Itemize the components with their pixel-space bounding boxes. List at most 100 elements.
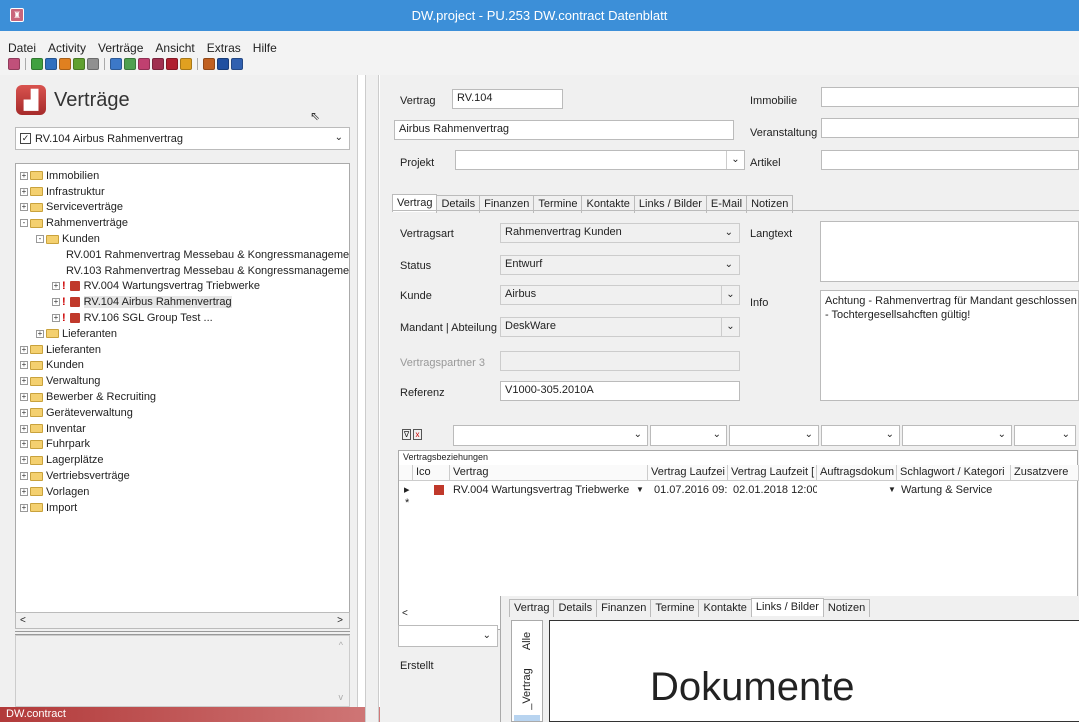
chevron-down-icon[interactable]: ⌄ (721, 286, 739, 304)
tree-node[interactable]: RV.001 Rahmenvertrag Messebau & Kongress… (16, 247, 349, 263)
selector-checkbox[interactable]: ✓ (20, 133, 31, 144)
expand-icon[interactable]: + (20, 393, 28, 402)
expand-icon[interactable]: + (20, 203, 28, 212)
row-start[interactable]: 01.07.2016 09: (651, 483, 728, 497)
doc-tab-details[interactable]: Details (553, 599, 598, 617)
grid-footer-select[interactable]: ⌄ (398, 625, 498, 647)
dropdown-icon[interactable]: ▼ (885, 483, 898, 497)
doc-tab-termine[interactable]: Termine (650, 599, 700, 617)
tree-node[interactable]: + Infrastruktur (16, 184, 349, 200)
chevron-down-icon[interactable]: ⌄ (725, 224, 733, 241)
menu-item-ansicht[interactable]: Ansicht (155, 41, 194, 55)
tree-node[interactable]: + Serviceverträge (16, 200, 349, 216)
tree-node[interactable]: + Lieferanten (16, 326, 349, 342)
toolbar-button-icon[interactable] (31, 58, 43, 70)
expand-icon[interactable]: + (52, 298, 60, 307)
filter-zusatz[interactable]: ⌄ (1014, 425, 1076, 446)
expand-icon[interactable]: + (20, 487, 28, 496)
expand-icon[interactable]: + (20, 187, 28, 196)
tree-node[interactable]: +! RV.106 SGL Group Test ... (16, 310, 349, 326)
menu-item-activity[interactable]: Activity (48, 41, 86, 55)
status-select[interactable]: Entwurf ⌄ (500, 255, 740, 275)
tree-node[interactable]: + Immobilien (16, 168, 349, 184)
chevron-down-icon[interactable]: ⌄ (726, 151, 744, 169)
mandant-select[interactable]: DeskWare ⌄ (500, 317, 740, 337)
filter-schlagwort[interactable]: ⌄ (902, 425, 1012, 446)
col-laufzeit-end[interactable]: Vertrag Laufzeit [ (728, 465, 817, 481)
tree-node[interactable]: + Kunden (16, 358, 349, 374)
tree-node[interactable]: + Bewerber & Recruiting (16, 389, 349, 405)
vertical-splitter[interactable] (365, 75, 379, 722)
expand-icon[interactable]: + (20, 171, 28, 180)
collapse-icon[interactable]: - (20, 219, 28, 228)
info-area[interactable]: Achtung - Rahmenvertrag für Mandant gesc… (820, 290, 1079, 401)
contract-selector[interactable]: ✓ RV.104 Airbus Rahmenvertrag ⌄ (15, 127, 350, 150)
expand-icon[interactable]: + (20, 440, 28, 449)
expand-icon[interactable]: + (20, 361, 28, 370)
col-zusatz[interactable]: Zusatzvere (1011, 465, 1079, 481)
expand-icon[interactable]: + (20, 472, 28, 481)
expand-icon[interactable]: + (20, 408, 28, 417)
tree-node[interactable]: + Verwaltung (16, 373, 349, 389)
tree-node[interactable]: - Rahmenverträge (16, 215, 349, 231)
scroll-left-icon[interactable]: < (20, 615, 26, 626)
vertragsart-select[interactable]: Rahmenvertrag Kunden ⌄ (500, 223, 740, 243)
vtab-alle[interactable]: Alle (512, 625, 542, 657)
doc-tab-vertrag[interactable]: Vertrag (509, 599, 555, 617)
filter-laufzeit-start[interactable]: ⌄ (650, 425, 727, 446)
doc-tab-links-bilder[interactable]: Links / Bilder (750, 598, 824, 616)
vertrag-number-field[interactable]: RV.104 (452, 89, 563, 109)
tree-node[interactable]: + Lagerplätze (16, 452, 349, 468)
scroll-right-icon[interactable]: > (337, 615, 343, 626)
tree-node[interactable]: + Fuhrpark (16, 437, 349, 453)
tree-node[interactable]: + Vorlagen (16, 484, 349, 500)
chevron-down-icon[interactable]: ⌄ (725, 256, 733, 273)
tree-node[interactable]: +! RV.004 Wartungsvertrag Triebwerke (16, 279, 349, 295)
filter-icon[interactable]: ∇ (402, 429, 411, 440)
toolbar-button-icon[interactable] (138, 58, 150, 70)
contract-name-field[interactable]: Airbus Rahmenvertrag (394, 120, 734, 140)
contract-tree[interactable]: + Immobilien + Infrastruktur + Serviceverträg… (15, 163, 350, 615)
expand-icon[interactable]: + (52, 282, 60, 291)
kunde-select[interactable]: Airbus ⌄ (500, 285, 740, 305)
toolbar-button-icon[interactable] (59, 58, 71, 70)
toolbar-button-icon[interactable] (152, 58, 164, 70)
collapse-icon[interactable]: - (36, 235, 44, 244)
row-schlagwort[interactable]: Wartung & Service (898, 483, 1010, 497)
col-vertrag[interactable]: Vertrag (450, 465, 648, 481)
expand-icon[interactable]: + (52, 314, 60, 323)
doc-tab-kontakte[interactable]: Kontakte (698, 599, 752, 617)
expand-icon[interactable]: + (36, 329, 44, 338)
scroll-up-icon[interactable]: ^ (339, 640, 343, 650)
col-laufzeit-start[interactable]: Vertrag Laufzei (648, 465, 728, 481)
clear-filter-icon[interactable]: x (413, 429, 422, 440)
chevron-down-icon[interactable]: ⌄ (721, 318, 739, 336)
expand-icon[interactable]: + (20, 424, 28, 433)
toolbar-button-icon[interactable] (217, 58, 229, 70)
dropdown-icon[interactable]: ▼ (633, 483, 646, 497)
menu-item-extras[interactable]: Extras (207, 41, 241, 55)
langtext-area[interactable] (820, 221, 1079, 282)
referenz-field[interactable]: V1000-305.2010A (500, 381, 740, 401)
tree-node[interactable]: + Import (16, 500, 349, 516)
artikel-field[interactable] (821, 150, 1079, 170)
scroll-down-icon[interactable]: v (339, 692, 344, 702)
tree-node[interactable]: + Vertriebsverträge (16, 468, 349, 484)
expand-icon[interactable]: + (20, 456, 28, 465)
expand-icon[interactable]: + (20, 503, 28, 512)
toolbar-button-icon[interactable] (8, 58, 20, 70)
toolbar-button-icon[interactable] (87, 58, 99, 70)
veranstaltung-field[interactable] (821, 118, 1079, 138)
tree-horizontal-scrollbar[interactable]: < > (15, 612, 350, 629)
expand-icon[interactable]: + (20, 377, 28, 386)
toolbar-button-icon[interactable] (166, 58, 178, 70)
doc-tab-finanzen[interactable]: Finanzen (596, 599, 652, 617)
chevron-down-icon[interactable]: ⌄ (335, 132, 343, 143)
immobilie-field[interactable] (821, 87, 1079, 107)
menu-item-hilfe[interactable]: Hilfe (253, 41, 277, 55)
filter-vertrag[interactable]: ⌄ (453, 425, 648, 446)
col-auftragsdokument[interactable]: Auftragsdokum (817, 465, 897, 481)
col-ico[interactable]: Ico (413, 465, 450, 481)
toolbar-button-icon[interactable] (110, 58, 122, 70)
toolbar-button-icon[interactable] (203, 58, 215, 70)
